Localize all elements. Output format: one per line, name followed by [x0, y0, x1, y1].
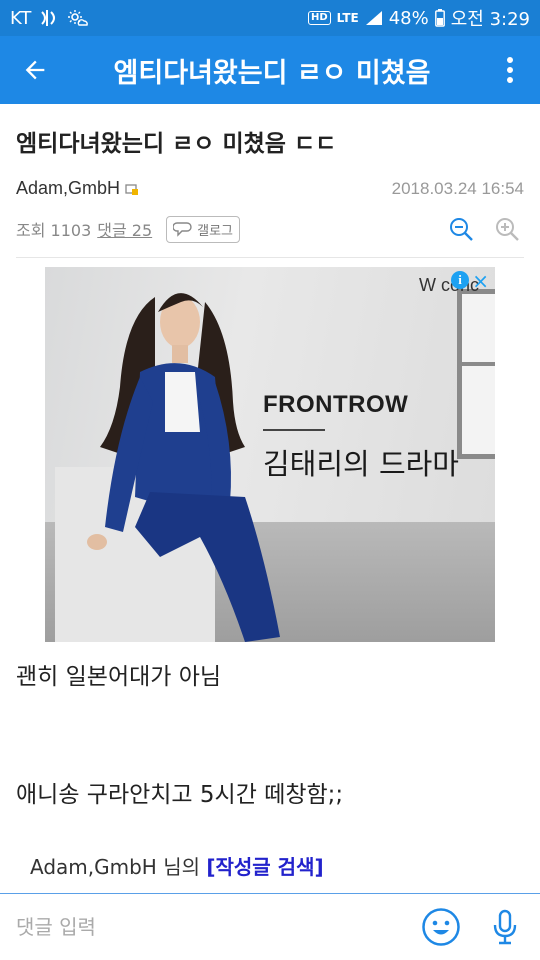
- carrier-label: KT: [10, 7, 32, 29]
- clock: 오전 3:29: [450, 9, 530, 30]
- ad-banner[interactable]: W conc i × FRONTROW 김태리의 드라마: [45, 267, 495, 642]
- ad-divider: [263, 429, 325, 431]
- status-right: HD LTE 48% 오전 3:29: [308, 5, 530, 31]
- author-search-link[interactable]: [작성글 검색]: [206, 855, 323, 879]
- chat-bubble-icon: [173, 222, 192, 237]
- app-bar: 엠티다녀왔는디 ㄹㅇ 미쳤음: [0, 36, 540, 104]
- emoji-button[interactable]: [420, 906, 462, 948]
- battery-percent: 48%: [388, 7, 429, 29]
- smiley-icon: [422, 908, 460, 946]
- post-date: 2018.03.24 16:54: [391, 178, 524, 198]
- author-search: Adam,GmbH 님의 [작성글 검색]: [30, 851, 324, 880]
- post-title: 엠티다녀왔는디 ㄹㅇ 미쳤음 ㄷㄷ: [16, 131, 337, 157]
- back-button[interactable]: [0, 36, 70, 104]
- comment-count-link[interactable]: 댓글 25: [97, 217, 152, 241]
- zoom-in-icon: [496, 218, 519, 241]
- author-name[interactable]: Adam,GmbH: [16, 178, 120, 199]
- voice-input-button[interactable]: [490, 906, 520, 948]
- post-stats: 조회 1103 댓글 25 갤로그: [16, 209, 524, 249]
- lte-icon: LTE: [336, 11, 359, 25]
- body-text-line-2: 애니송 구라안치고 5시간 떼창함;;: [16, 782, 344, 808]
- app-title: 엠티다녀왔는디 ㄹㅇ 미쳤음: [113, 57, 431, 89]
- status-left: KT: [10, 8, 89, 29]
- ad-info-icon[interactable]: i: [451, 271, 469, 289]
- ad-window: [457, 289, 495, 459]
- ad-model-image: [55, 293, 280, 642]
- body-text-line-1: 괜히 일본어대가 아님: [16, 664, 222, 690]
- ad-brand-logo: W conc: [418, 275, 479, 295]
- member-badge-icon: [125, 182, 139, 196]
- header-divider: [16, 257, 524, 258]
- comment-input[interactable]: [16, 915, 420, 939]
- microphone-icon: [493, 909, 517, 945]
- status-bar: KT HD LTE 48% 오전 3:29: [0, 0, 540, 36]
- post-header: 엠티다녀왔는디 ㄹㅇ 미쳤음 ㄷㄷ Adam,GmbH 2018.03.24 1…: [16, 104, 524, 258]
- ad-close-icon[interactable]: ×: [472, 269, 489, 293]
- gallog-label: 갤로그: [197, 223, 234, 239]
- zoom-out-button[interactable]: [448, 216, 474, 242]
- view-count: 조회 1103: [16, 221, 92, 240]
- signal-icon: [365, 10, 383, 26]
- ad-headline: FRONTROW: [263, 391, 409, 418]
- hd-voice-icon: HD: [308, 11, 331, 25]
- ad-subtitle: 김태리의 드라마: [263, 447, 459, 481]
- more-vert-icon: [507, 57, 513, 83]
- weather-icon: [67, 9, 89, 27]
- comment-bar: [0, 893, 540, 960]
- more-menu-button[interactable]: [480, 36, 540, 104]
- zoom-in-button[interactable]: [494, 216, 520, 242]
- arrow-left-icon: [25, 60, 45, 80]
- battery-icon: [434, 9, 445, 27]
- nfc-icon: [39, 9, 59, 27]
- gallog-button[interactable]: 갤로그: [166, 215, 241, 243]
- zoom-out-icon: [450, 218, 473, 241]
- author-search-prefix: Adam,GmbH 님의: [30, 855, 207, 879]
- zoom-controls: [448, 216, 520, 242]
- post-meta: Adam,GmbH 2018.03.24 16:54: [16, 178, 524, 199]
